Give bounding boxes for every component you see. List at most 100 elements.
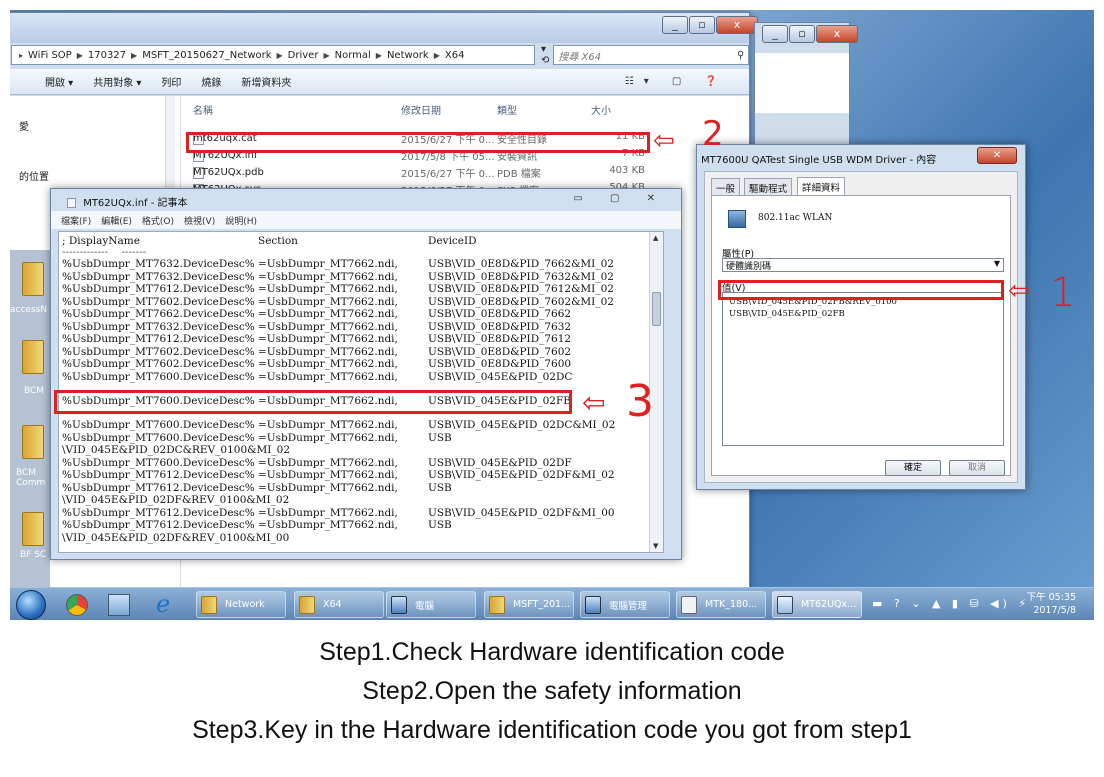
internet-explorer-icon[interactable]: e — [156, 590, 170, 618]
folder-icon[interactable] — [22, 512, 44, 546]
taskbar-button-active[interactable]: MT62UQx... — [772, 591, 862, 618]
chrome-icon[interactable] — [66, 594, 88, 616]
document-icon — [681, 595, 697, 614]
close-button[interactable]: x — [716, 16, 758, 34]
open-button[interactable]: 開啟 ▾ — [45, 74, 73, 89]
folder-icon[interactable] — [22, 340, 44, 374]
col-section: =UsbDumpr_MT7662.ndi, — [258, 506, 398, 519]
breadcrumb-item[interactable]: X64 — [445, 50, 465, 61]
column-header-type[interactable]: 類型 — [497, 102, 517, 117]
property-select-value: 硬體識別碼 — [726, 262, 772, 272]
taskbar-button[interactable]: MTK_180... — [676, 591, 766, 618]
menu-file[interactable]: 檔案(F) — [61, 214, 91, 227]
system-tray-icons[interactable]: ▬ ? ⌄ ▲ ▮ ⛁ ◀) ⚡ — [872, 597, 1030, 610]
nav-item[interactable]: 愛 — [19, 118, 29, 133]
breadcrumb-item[interactable]: 170327 — [88, 50, 126, 61]
value-list[interactable]: USB\VID_045E&PID_02FB&REV_0100 USB\VID_0… — [722, 292, 1004, 446]
share-button[interactable]: 共用對象 ▾ — [93, 74, 141, 89]
folder-icon[interactable] — [22, 425, 44, 459]
nav-item[interactable]: 的位置 — [19, 168, 49, 183]
cancel-button[interactable]: 取消 — [949, 460, 1005, 476]
menu-help[interactable]: 說明(H) — [225, 214, 257, 227]
annotation-box-step1 — [718, 280, 1004, 300]
file-type: PDB 檔案 — [497, 169, 541, 180]
folder-icon[interactable] — [22, 262, 44, 296]
col-section: Section — [258, 235, 298, 247]
background-window-content — [755, 53, 849, 113]
folder-icon — [299, 595, 315, 614]
refresh-icon[interactable]: ▾ ⟲ — [541, 44, 549, 66]
close-button[interactable]: x — [816, 25, 858, 43]
address-bar[interactable]: ▸ WiFi SOP ▶ 170327 ▶ MSFT_20150627_Networ… — [11, 45, 535, 65]
minimize-button[interactable]: _ — [762, 25, 788, 43]
value-item[interactable]: USB\VID_045E&PID_02FB — [729, 309, 845, 319]
taskbar-button[interactable]: Network — [196, 591, 286, 618]
chevron-right-icon: ▶ — [276, 50, 283, 60]
caption-step3: Step3.Key in the Hardware identification… — [192, 716, 912, 744]
breadcrumb-item[interactable]: Normal — [335, 50, 371, 61]
dialog-close-button[interactable]: ✕ — [977, 147, 1017, 164]
col-section: =UsbDumpr_MT7662.ndi, — [258, 295, 398, 308]
taskbar-button[interactable]: 電腦管理 — [580, 591, 670, 618]
col-displayname: %UsbDumpr_MT7612.DeviceDesc% — [62, 481, 255, 494]
breadcrumb-item[interactable]: WiFi SOP — [28, 50, 72, 61]
scroll-down-icon[interactable]: ▼ — [653, 542, 658, 550]
file-row[interactable]: MT62UQx.pdb 2015/6/27 下午 0... PDB 檔案 403… — [181, 163, 651, 180]
dialog-title: MT7600U QATest Single USB WDM Driver - 內… — [701, 155, 937, 166]
column-header-modified[interactable]: 修改日期 — [401, 102, 441, 117]
computer-management-icon — [585, 595, 601, 614]
text-line: %UsbDumpr_MT7600.DeviceDesc% =UsbDumpr_MT… — [62, 371, 572, 383]
search-icon[interactable]: ⚲ — [737, 50, 744, 61]
property-select[interactable]: 硬體識別碼 ▼ — [722, 258, 1004, 272]
maximize-button[interactable]: ▫ — [689, 16, 715, 34]
breadcrumb-item[interactable]: Driver — [288, 50, 319, 61]
col-displayname: \VID_045E&PID_02DF&REV_0100&MI_00 — [62, 531, 290, 544]
start-button[interactable] — [16, 590, 46, 620]
tab-general[interactable]: 一般 — [711, 178, 741, 195]
breadcrumb-item[interactable]: Network — [387, 50, 429, 61]
screenshot-area: _ ▫ x ▸ WiFi SOP ▶ 170327 ▶ MSFT_20150627_… — [10, 10, 1094, 620]
annotation-step2: 2 — [702, 114, 724, 154]
minimize-button[interactable]: _ — [662, 16, 688, 34]
col-section: =UsbDumpr_MT7662.ndi, — [258, 419, 398, 431]
details-panel: 802.11ac WLAN 屬性(P) 硬體識別碼 ▼ 值(V) USB\VID… — [711, 195, 1011, 476]
menu-view[interactable]: 檢視(V) — [184, 214, 215, 227]
chevron-right-icon: ▶ — [323, 50, 330, 60]
print-button[interactable]: 列印 — [161, 74, 181, 89]
new-folder-button[interactable]: 新增資料夾 — [241, 74, 291, 89]
breadcrumb-item[interactable]: MSFT_20150627_Network — [142, 50, 271, 61]
col-section: =UsbDumpr_MT7662.ndi, — [258, 519, 398, 531]
col-deviceid: USB — [428, 481, 452, 494]
computer-icon — [391, 595, 407, 614]
text-line: \VID_045E&PID_02DF&REV_0100&MI_00 — [62, 532, 289, 544]
scrollbar-thumb[interactable] — [652, 292, 661, 326]
chevron-down-icon: ▼ — [993, 259, 1000, 268]
menu-edit[interactable]: 編輯(E) — [101, 214, 132, 227]
menu-format[interactable]: 格式(O) — [142, 214, 174, 227]
taskbar-button[interactable]: X64 — [294, 591, 384, 618]
maximize-button[interactable]: ▫ — [789, 25, 815, 43]
ok-button[interactable]: 確定 — [885, 460, 941, 476]
tab-driver[interactable]: 驅動程式 — [744, 178, 793, 195]
burn-button[interactable]: 燒錄 — [201, 74, 221, 89]
col-displayname: %UsbDumpr_MT7612.DeviceDesc% — [62, 283, 255, 295]
taskbar-button[interactable]: MSFT_201... — [484, 591, 574, 618]
column-header-name[interactable]: 名稱 — [193, 102, 213, 117]
network-icon[interactable] — [108, 594, 130, 616]
col-displayname: %UsbDumpr_MT7612.DeviceDesc% — [62, 506, 255, 519]
chevron-right-icon: ▶ — [375, 50, 382, 60]
view-options-icon[interactable]: ☷▾ ▢ ❓ — [625, 76, 727, 87]
col-displayname: %UsbDumpr_MT7632.DeviceDesc% — [62, 320, 255, 333]
chevron-right-icon: ▶ — [131, 50, 138, 60]
col-deviceid: USB — [428, 431, 452, 444]
open-label: 開啟 — [45, 78, 65, 89]
column-header-size[interactable]: 大小 — [591, 102, 611, 117]
text-line: \VID_045E&PID_02DC&REV_0100&MI_02 — [62, 444, 290, 456]
clock[interactable]: 下午 05:35 2017/5/8 — [1027, 591, 1076, 617]
col-displayname: %UsbDumpr_MT7612.DeviceDesc% — [62, 333, 255, 345]
notepad-window-controls[interactable]: ▭ ▢ ✕ — [573, 193, 667, 204]
search-input[interactable]: 搜尋 X64 ⚲ — [553, 45, 750, 65]
tab-details[interactable]: 詳細資料 — [797, 177, 846, 195]
taskbar-button[interactable]: 電腦 — [386, 591, 476, 618]
scroll-up-icon[interactable]: ▲ — [653, 234, 658, 242]
